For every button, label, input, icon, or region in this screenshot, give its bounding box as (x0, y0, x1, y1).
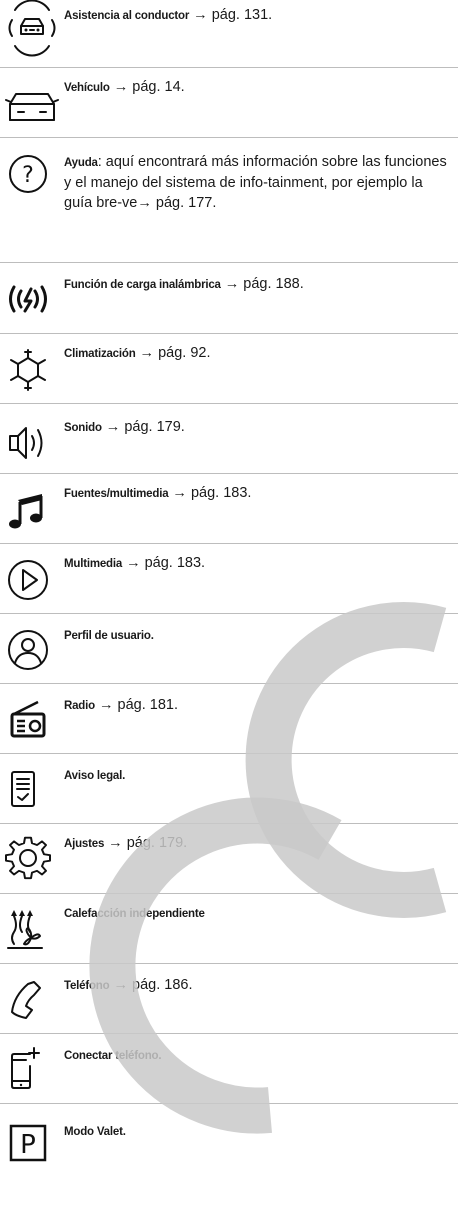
svg-text:P: P (20, 1130, 36, 1160)
item-label: Fuentes/multimedia (64, 488, 169, 500)
divider (0, 753, 458, 754)
item-text: → pág. 183. (122, 555, 206, 571)
divider (0, 67, 458, 68)
item-text: → pág. 188. (220, 276, 304, 292)
item-label: Ayuda (64, 157, 98, 169)
driver-assist-icon (4, 0, 60, 57)
radio-icon (4, 696, 60, 744)
climate-icon (4, 346, 60, 394)
divider (0, 262, 458, 263)
divider (0, 893, 458, 894)
item-label: Ajustes (64, 838, 105, 850)
item-label: Sonido (64, 422, 102, 434)
divider (0, 683, 458, 684)
item-label: Modo Valet. (64, 1126, 126, 1138)
item-label: Función de carga inalámbrica (64, 279, 221, 291)
valet-parking-icon: P (4, 1122, 60, 1170)
divider (0, 473, 458, 474)
divider (0, 403, 458, 404)
divider (0, 1103, 458, 1104)
item-text: → pág. 179. (101, 419, 185, 435)
item-label: Vehículo (64, 82, 110, 94)
divider (0, 333, 458, 334)
item-label: Asistencia al conductor (64, 10, 190, 22)
connect-phone-icon (4, 1044, 60, 1092)
item-text: → pág. 131. (189, 7, 273, 23)
phone-icon (4, 976, 60, 1024)
item-label: Perfil de usuario. (64, 630, 154, 642)
legal-notice-icon (4, 766, 60, 814)
auxiliary-heating-icon (4, 904, 60, 952)
divider (0, 823, 458, 824)
item-label: Conectar teléfono. (64, 1050, 162, 1062)
music-note-icon (4, 486, 60, 534)
user-profile-icon (4, 626, 60, 674)
item-label: Radio (64, 700, 95, 712)
divider (0, 963, 458, 964)
vehicle-icon (4, 80, 60, 128)
sound-icon (4, 418, 60, 466)
divider (0, 1033, 458, 1034)
divider (0, 613, 458, 614)
play-icon (4, 556, 60, 604)
item-label: Calefacción independiente (64, 908, 205, 920)
item-text: → pág. 14. (109, 79, 185, 95)
item-text: → pág. 179. (104, 835, 188, 851)
item-label: Teléfono (64, 980, 110, 992)
wireless-charging-icon (4, 273, 60, 321)
item-label: Climatización (64, 348, 136, 360)
item-label: Multimedia (64, 558, 123, 570)
divider (0, 137, 458, 138)
help-icon: ? (4, 152, 60, 200)
item-text: → pág. 92. (135, 345, 211, 361)
divider (0, 543, 458, 544)
item-text: → pág. 181. (94, 697, 178, 713)
svg-text:?: ? (22, 163, 34, 188)
item-label: Aviso legal. (64, 770, 126, 782)
item-text: → pág. 183. (168, 485, 252, 501)
item-text: : aquí encontrará más información sobre … (64, 154, 447, 211)
settings-gear-icon (4, 836, 60, 884)
item-text: → pág. 186. (109, 977, 193, 993)
